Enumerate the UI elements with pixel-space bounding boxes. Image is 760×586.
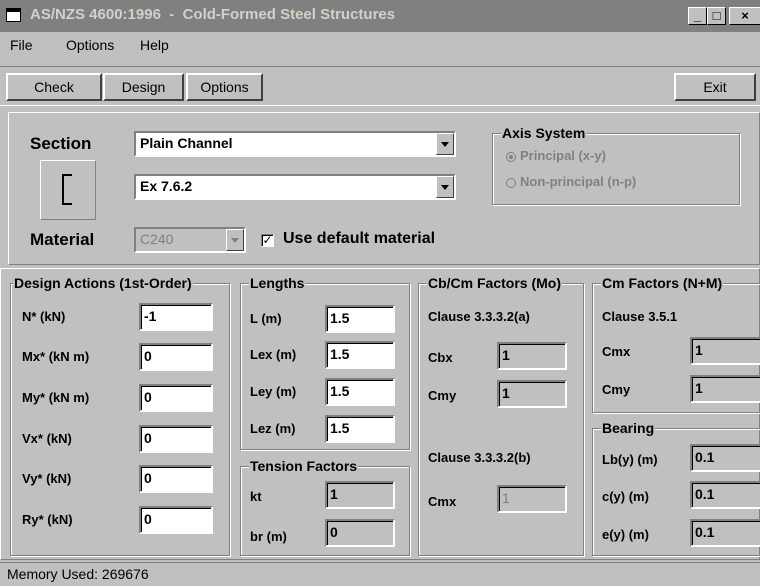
lby-input[interactable]: 0.1 [690,444,760,472]
ley-label: Ley (m) [250,384,297,399]
cy-label: c(y) (m) [602,489,649,504]
non-principal-label[interactable]: Non-principal (n-p) [520,174,636,189]
vy-star-label: Vy* (kN) [22,471,72,486]
vy-star-input[interactable]: 0 [139,465,213,493]
br-input[interactable]: 0 [325,519,395,547]
status-bar: Memory Used: 269676 [0,562,760,586]
n-star-input[interactable]: -1 [139,303,213,331]
use-default-material-checkbox[interactable]: ✓ [261,234,274,247]
cmy-label: Cmy [428,388,457,403]
section-size-dropdown[interactable]: Ex 7.6.2 [134,174,456,200]
principal-radio[interactable] [506,152,516,162]
lez-input[interactable]: 1.5 [325,415,395,443]
lby-label: Lb(y) (m) [602,452,658,467]
material-value: C240 [140,231,174,247]
cmy-input[interactable]: 1 [497,380,567,408]
l-label: L (m) [250,311,282,326]
lengths-title: Lengths [249,275,306,291]
cbx-label: Cbx [428,350,453,365]
cb-cm-factors-title: Cb/Cm Factors (Mo) [427,275,562,291]
cbx-input[interactable]: 1 [497,342,567,370]
bearing-title: Bearing [601,420,656,436]
menu-options[interactable]: Options [66,37,114,53]
tension-factors-title: Tension Factors [249,458,359,474]
check-button[interactable]: Check [6,73,102,101]
design-actions-title: Design Actions (1st-Order) [13,275,193,291]
close-button[interactable]: × [729,7,760,25]
my-star-input[interactable]: 0 [139,384,213,412]
material-label: Material [30,230,95,249]
exit-button[interactable]: Exit [674,73,756,101]
cmx-b-label: Cmx [428,494,457,509]
chevron-down-icon[interactable] [436,176,454,198]
app-window-icon[interactable] [6,8,21,22]
section-label: Section [30,134,92,153]
menu-help[interactable]: Help [140,37,169,53]
use-default-material-label[interactable]: Use default material [283,230,435,248]
maximize-button[interactable]: □ [707,7,726,25]
section-size-value: Ex 7.6.2 [140,178,193,194]
lex-label: Lex (m) [250,347,297,362]
design-button[interactable]: Design [103,73,184,101]
l-input[interactable]: 1.5 [325,305,395,333]
window-title: AS/NZS 4600:1996 - Cold-Formed Steel Str… [30,6,396,23]
cmx-b-input[interactable]: 1 [497,485,567,513]
principal-label[interactable]: Principal (x-y) [520,148,606,163]
ey-label: e(y) (m) [602,527,649,542]
lez-label: Lez (m) [250,421,296,436]
menu-bar: File Options Help [0,32,760,58]
chevron-down-icon[interactable] [436,133,454,155]
axis-system-title: Axis System [501,125,587,141]
kt-input[interactable]: 1 [325,481,395,509]
ey-input[interactable]: 0.1 [690,519,760,547]
vx-star-label: Vx* (kN) [22,431,72,446]
chevron-down-icon[interactable] [226,229,244,251]
mx-star-label: Mx* (kN m) [22,349,90,364]
section-type-value: Plain Channel [140,135,233,151]
section-type-dropdown[interactable]: Plain Channel [134,131,456,157]
ry-star-input[interactable]: 0 [139,506,213,534]
options-button[interactable]: Options [186,73,263,101]
cy-input[interactable]: 0.1 [690,481,760,509]
cm-factors-nm-title: Cm Factors (N+M) [601,275,724,291]
cmy-nm-input[interactable]: 1 [690,375,760,403]
clause-3-5-1-label: Clause 3.5.1 [602,309,678,324]
my-star-label: My* (kN m) [22,390,90,405]
clause-3-3-3-2b-label: Clause 3.3.3.2(b) [428,450,531,465]
memory-used-text: Memory Used: 269676 [7,566,149,582]
ry-star-label: Ry* (kN) [22,512,73,527]
n-star-label: N* (kN) [22,309,66,324]
ley-input[interactable]: 1.5 [325,378,395,406]
vx-star-input[interactable]: 0 [139,425,213,453]
channel-section-icon [40,160,96,220]
title-bar: AS/NZS 4600:1996 - Cold-Formed Steel Str… [0,0,760,32]
non-principal-radio[interactable] [506,178,516,188]
cmx-nm-input[interactable]: 1 [690,337,760,365]
clause-3-3-3-2a-label: Clause 3.3.3.2(a) [428,309,530,324]
axis-system-group: Axis System [492,125,740,205]
cmx-nm-label: Cmx [602,344,631,359]
lex-input[interactable]: 1.5 [325,341,395,369]
cmy-nm-label: Cmy [602,382,631,397]
menu-file[interactable]: File [10,37,33,53]
br-label: br (m) [250,529,287,544]
mx-star-input[interactable]: 0 [139,343,213,371]
material-dropdown[interactable]: C240 [134,227,246,253]
minimize-button[interactable]: _ [688,7,707,25]
kt-label: kt [250,489,262,504]
